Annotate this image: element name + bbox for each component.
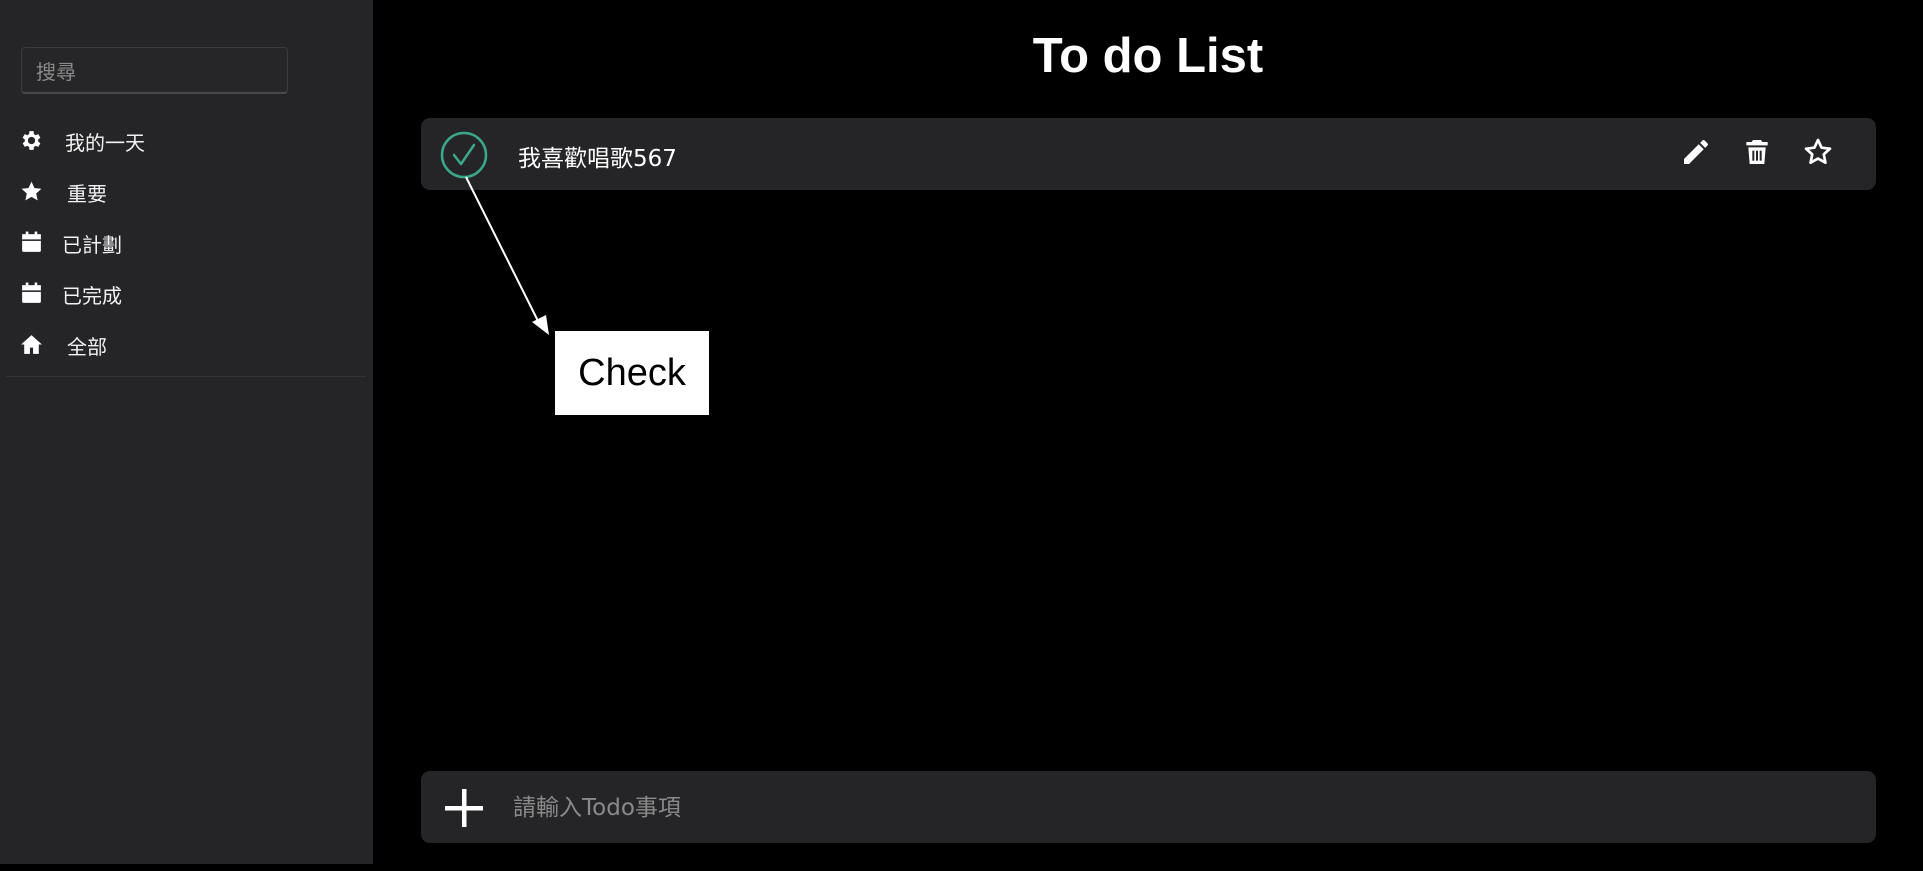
sidebar-item-label: 重要: [67, 182, 107, 206]
star-outline-icon[interactable]: [1802, 136, 1834, 168]
callout-box: Check: [555, 331, 709, 415]
edit-pencil-icon[interactable]: [1680, 136, 1712, 168]
callout-label: Check: [578, 351, 686, 394]
sidebar-item-label: 全部: [67, 335, 107, 359]
add-todo-input[interactable]: [511, 771, 1845, 845]
search-input[interactable]: 搜尋: [21, 47, 288, 94]
calendar-icon: [22, 282, 41, 303]
calendar-icon: [22, 231, 41, 252]
page-title: To do List: [1032, 29, 1264, 83]
sidebar-item-planned[interactable]: 已計劃: [0, 217, 373, 268]
sidebar-divider: [6, 376, 366, 377]
star-icon: [21, 181, 42, 201]
sidebar-nav: 我的一天 重要 已計劃 已完成 全部: [0, 115, 373, 370]
sidebar-item-important[interactable]: 重要: [0, 166, 373, 217]
sidebar-item-all[interactable]: 全部: [0, 319, 373, 370]
plus-icon[interactable]: [443, 787, 485, 829]
home-icon: [21, 335, 42, 354]
todo-text: 我喜歡唱歌567: [518, 146, 677, 172]
sidebar-item-my-day[interactable]: 我的一天: [0, 115, 373, 166]
check-circle-icon[interactable]: [440, 131, 488, 179]
sidebar-item-label: 已計劃: [62, 233, 122, 257]
gear-icon: [22, 131, 41, 150]
search-placeholder: 搜尋: [36, 59, 76, 84]
sidebar-item-label: 已完成: [62, 284, 122, 308]
add-todo-bar: [421, 771, 1876, 845]
sidebar-item-completed[interactable]: 已完成: [0, 268, 373, 319]
sidebar-item-label: 我的一天: [65, 131, 145, 155]
sidebar: 搜尋 我的一天 重要 已計劃 已完成 全部: [0, 0, 373, 864]
trash-icon[interactable]: [1741, 136, 1773, 168]
todo-item: 我喜歡唱歌567: [421, 118, 1876, 190]
